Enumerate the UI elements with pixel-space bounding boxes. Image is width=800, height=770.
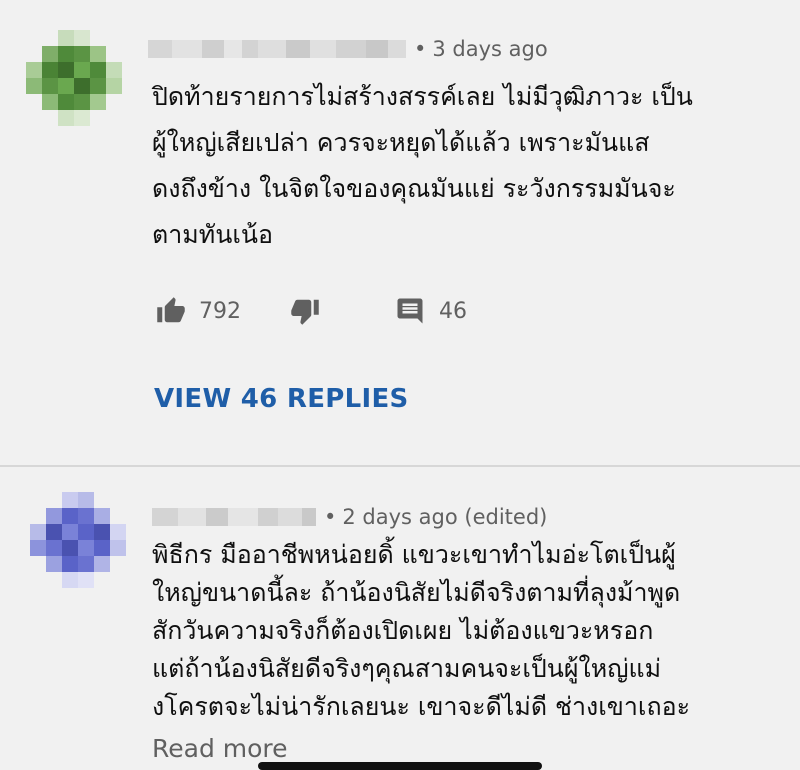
comment-actions: 792 46 <box>155 293 467 329</box>
comment-thread-1: • 3 days ago ปิดท้ายรายการไม่สร้างสรรค์เ… <box>0 0 800 466</box>
home-indicator[interactable] <box>258 762 542 770</box>
comment-text-line: ใหญ่ขนาดนี้ละ ถ้าน้องนิสัยไม่ดีจริงตามที… <box>152 578 681 607</box>
dislike-button[interactable] <box>289 296 321 326</box>
like-button[interactable] <box>155 296 187 326</box>
meta-separator: • <box>324 505 337 529</box>
like-count: 792 <box>199 298 241 324</box>
comment-text-line: สักวันความจริงก็ต้องเปิดเผย ไม่ต้องแขวะห… <box>152 616 654 645</box>
comment-text-line: ดงถึงข้าง ในจิตใจของคุณมันแย่ ระวังกรรมม… <box>152 174 676 203</box>
view-replies-link[interactable]: VIEW 46 REPLIES <box>154 384 409 414</box>
comment-text-line: ปิดท้ายรายการไม่สร้างสรรค์เลย ไม่มีวุฒิภ… <box>152 82 693 111</box>
thumb-up-icon <box>157 297 185 323</box>
comment-text-line: ผู้ใหญ่เสียเปล่า ควรจะหยุดได้แล้ว เพราะม… <box>152 128 650 157</box>
comment-text-line: งโครตจะไม่น่ารักเลยนะ เขาจะดีไม่ดี ช่างเ… <box>152 692 691 721</box>
comment-text: ปิดท้ายรายการไม่สร้างสรรค์เลย ไม่มีวุฒิภ… <box>152 74 693 258</box>
comment-meta: • 3 days ago <box>148 34 548 64</box>
comment-icon <box>397 298 423 324</box>
author-name[interactable] <box>148 40 406 58</box>
avatar[interactable] <box>30 492 126 588</box>
reply-button[interactable] <box>395 296 425 326</box>
comment-text-line: แต่ถ้าน้องนิสัยดีจริงๆคุณสามคนจะเป็นผู้ใ… <box>152 654 662 683</box>
comment-text-line: พิธีกร มืออาชีพหน่อยดิ้ แขวะเขาทำไมอ่ะโต… <box>152 540 676 569</box>
avatar[interactable] <box>26 30 122 126</box>
thumb-down-icon <box>291 299 319 325</box>
reply-count: 46 <box>439 298 467 324</box>
comment-timestamp[interactable]: 2 days ago (edited) <box>342 505 547 529</box>
comment-timestamp[interactable]: 3 days ago <box>432 37 547 61</box>
comment-text-line: ตามทันเน้อ <box>152 220 273 249</box>
meta-separator: • <box>414 37 427 61</box>
comment-text: พิธีกร มืออาชีพหน่อยดิ้ แขวะเขาทำไมอ่ะโต… <box>152 536 690 726</box>
author-name[interactable] <box>152 508 316 526</box>
comment-thread-2: • 2 days ago (edited) พิธีกร มืออาชีพหน่… <box>0 466 800 768</box>
read-more-link[interactable]: Read more <box>152 734 288 763</box>
comment-meta: • 2 days ago (edited) <box>152 502 547 532</box>
